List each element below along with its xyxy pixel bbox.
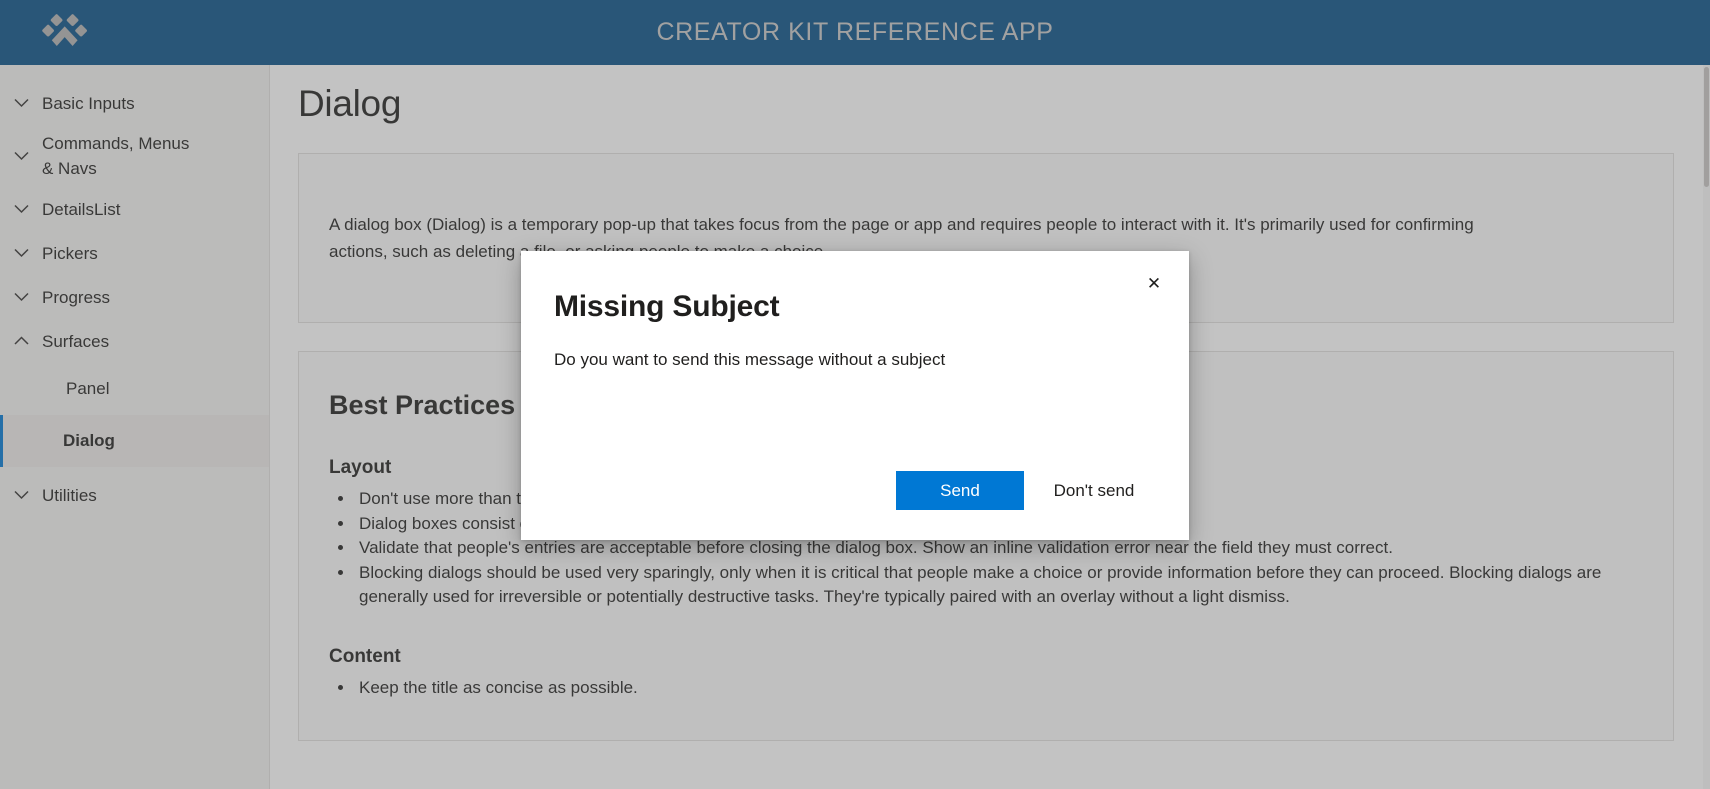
dont-send-button[interactable]: Don't send — [1030, 471, 1158, 510]
dialog-title: Missing Subject — [554, 290, 780, 323]
dialog-subtext: Do you want to send this message without… — [554, 350, 946, 369]
app-root: CREATOR KIT REFERENCE APP Basic Inputs C… — [0, 0, 1710, 789]
dialog-content: Missing Subject Do you want to send this… — [521, 251, 1189, 372]
dialog-footer: Send Don't send — [521, 471, 1189, 510]
send-button[interactable]: Send — [896, 471, 1024, 510]
close-icon[interactable]: ✕ — [1133, 263, 1175, 305]
missing-subject-dialog: ✕ Missing Subject Do you want to send th… — [521, 251, 1189, 540]
